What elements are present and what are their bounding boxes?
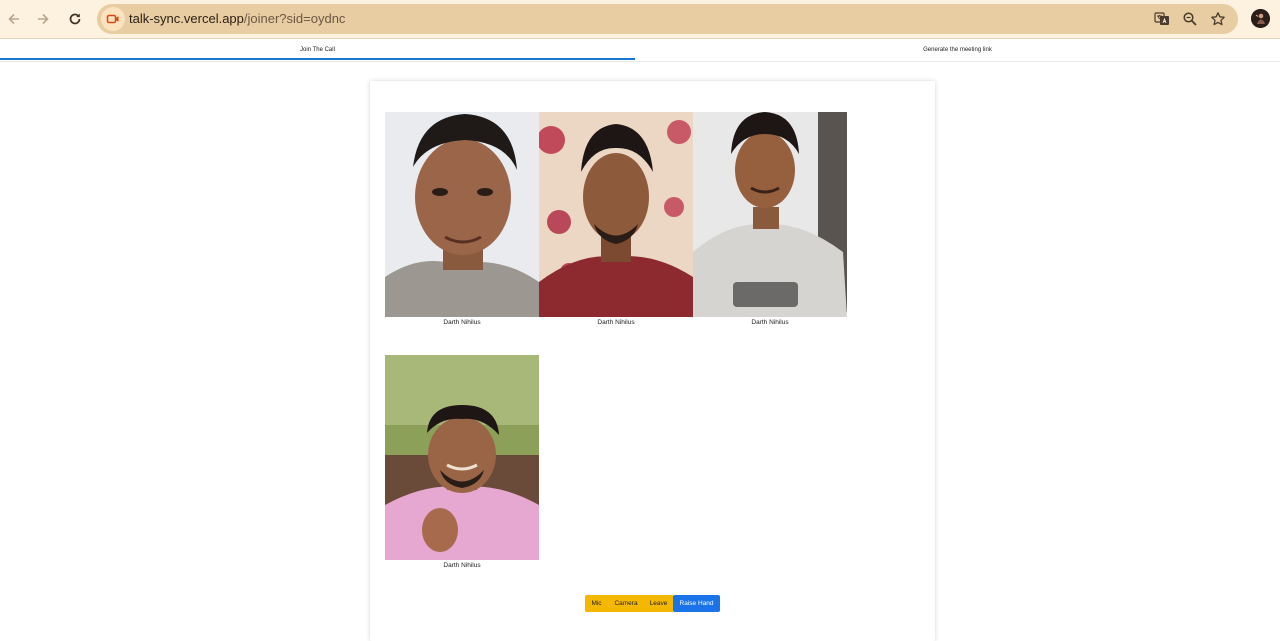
participant-name: Darth Nihilus	[443, 319, 481, 326]
tab-label: Generate the meeting link	[923, 46, 992, 53]
meeting-card: Darth Nihilus Darth Nihilus Darth Nihilu…	[370, 81, 935, 641]
participant-tile: Darth Nihilus	[539, 112, 693, 326]
back-arrow-icon[interactable]	[2, 7, 26, 31]
call-controls: Mic Camera Leave Raise Hand	[585, 595, 720, 612]
leave-button[interactable]: Leave	[644, 595, 673, 612]
tab-join-the-call[interactable]: Join The Call	[0, 39, 635, 60]
browser-toolbar: talk-sync.vercel.app/joiner?sid=oydnc	[0, 0, 1280, 39]
app-tabs: Join The Call Generate the meeting link	[0, 39, 1280, 62]
url-path: /joiner?sid=oydnc	[243, 11, 346, 26]
mic-button[interactable]: Mic	[585, 595, 608, 612]
participant-video	[385, 112, 539, 317]
url-text[interactable]: talk-sync.vercel.app/joiner?sid=oydnc	[129, 11, 345, 26]
tab-label: Join The Call	[300, 46, 335, 53]
zoom-icon[interactable]	[1180, 9, 1200, 29]
active-tab-indicator	[0, 58, 635, 60]
url-host: talk-sync.vercel.app	[129, 11, 244, 26]
tab-generate-meeting-link[interactable]: Generate the meeting link	[635, 39, 1280, 60]
profile-avatar[interactable]	[1251, 9, 1270, 28]
participant-video	[539, 112, 693, 317]
participant-tile: Darth Nihilus	[385, 112, 539, 326]
participant-name: Darth Nihilus	[443, 562, 481, 569]
address-bar[interactable]: talk-sync.vercel.app/joiner?sid=oydnc	[97, 4, 1238, 34]
site-info-icon[interactable]	[101, 7, 125, 31]
reload-icon[interactable]	[63, 7, 87, 31]
camera-button[interactable]: Camera	[608, 595, 644, 612]
forward-arrow-icon[interactable]	[31, 7, 55, 31]
raise-hand-button[interactable]: Raise Hand	[673, 595, 720, 612]
participant-tile: Darth Nihilus	[385, 355, 539, 569]
participant-video	[385, 355, 539, 560]
participant-tile: Darth Nihilus	[693, 112, 847, 326]
participant-video	[693, 112, 847, 317]
translate-icon[interactable]	[1152, 9, 1172, 29]
participant-name: Darth Nihilus	[597, 319, 635, 326]
participant-name: Darth Nihilus	[751, 319, 789, 326]
bookmark-star-icon[interactable]	[1208, 9, 1228, 29]
